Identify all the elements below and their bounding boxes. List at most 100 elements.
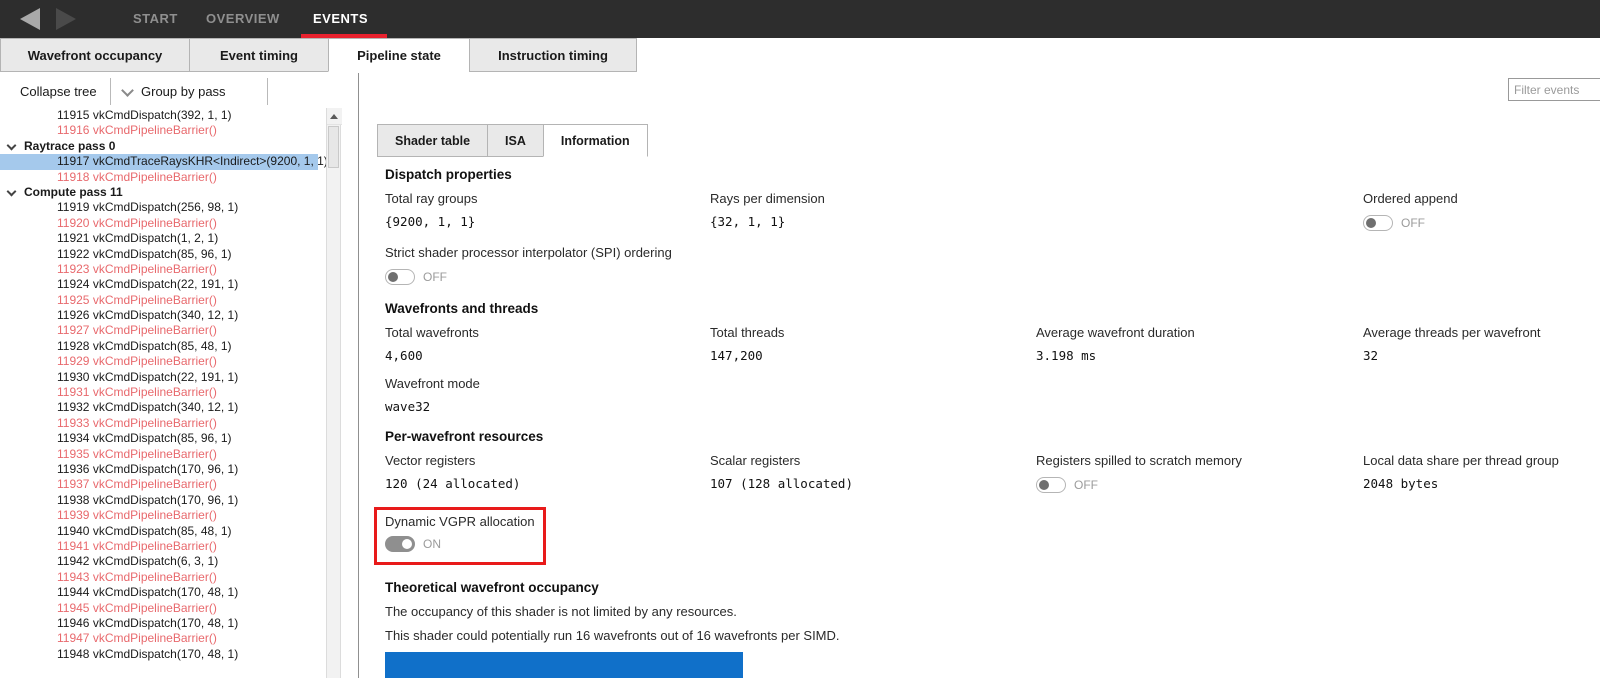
event-label: 11919 vkCmdDispatch(256, 98, 1): [57, 200, 238, 215]
tree-row[interactable]: 11920 vkCmdPipelineBarrier(): [0, 216, 318, 231]
tree-row[interactable]: 11927 vkCmdPipelineBarrier(): [0, 323, 318, 338]
tree-row[interactable]: 11915 vkCmdDispatch(392, 1, 1): [0, 108, 318, 123]
toggle-switch-off[interactable]: [385, 269, 415, 285]
event-label: 11947 vkCmdPipelineBarrier(): [57, 631, 217, 646]
field-local-data-share-per-thread-group: Local data share per thread group2048 by…: [1363, 453, 1600, 494]
toolbar-separator: [110, 78, 111, 105]
tree-row[interactable]: 11918 vkCmdPipelineBarrier(): [0, 170, 318, 185]
tree-group-row[interactable]: Compute pass 11: [0, 185, 318, 200]
filter-events-input[interactable]: [1508, 78, 1600, 101]
tree-row[interactable]: 11933 vkCmdPipelineBarrier(): [0, 416, 318, 431]
section-title: Wavefronts and threads: [385, 301, 1600, 316]
event-label: 11940 vkCmdDispatch(85, 48, 1): [57, 524, 232, 539]
scrollbar-thumb[interactable]: [328, 126, 339, 168]
group-by-pass-dropdown[interactable]: Group by pass: [141, 84, 226, 99]
tree-row[interactable]: 11941 vkCmdPipelineBarrier(): [0, 539, 318, 554]
event-label: 11933 vkCmdPipelineBarrier(): [57, 416, 217, 431]
tab-event-timing[interactable]: Event timing: [189, 38, 329, 72]
tree-row[interactable]: 11925 vkCmdPipelineBarrier(): [0, 293, 318, 308]
tree-row[interactable]: 11924 vkCmdDispatch(22, 191, 1): [0, 277, 318, 292]
tree-row[interactable]: 11916 vkCmdPipelineBarrier(): [0, 123, 318, 138]
tab-information[interactable]: Information: [543, 124, 648, 157]
field-label: Registers spilled to scratch memory: [1036, 453, 1363, 468]
toggle-knob: [402, 539, 412, 549]
tree-row[interactable]: 11935 vkCmdPipelineBarrier(): [0, 447, 318, 462]
tab-wavefront-occupancy[interactable]: Wavefront occupancy: [0, 38, 190, 72]
tree-row[interactable]: 11946 vkCmdDispatch(170, 48, 1): [0, 616, 318, 631]
forward-arrow-icon[interactable]: [56, 8, 76, 30]
section-theoretical-wavefront-occupancy: Theoretical wavefront occupancyThe occup…: [385, 580, 1600, 678]
tab-pipeline-state[interactable]: Pipeline state: [328, 38, 470, 72]
toggle-switch-on[interactable]: [385, 536, 415, 552]
tree-row[interactable]: 11934 vkCmdDispatch(85, 96, 1): [0, 431, 318, 446]
field-label: Total threads: [710, 325, 1036, 340]
field-value: 3.198 ms: [1036, 348, 1363, 363]
tree-group-row[interactable]: Raytrace pass 0: [0, 139, 318, 154]
tree-row[interactable]: 11917 vkCmdTraceRaysKHR<Indirect>(9200, …: [0, 154, 318, 169]
tree-row[interactable]: 11928 vkCmdDispatch(85, 48, 1): [0, 339, 318, 354]
tab-shader-table[interactable]: Shader table: [377, 124, 488, 157]
field-value: {32, 1, 1}: [710, 214, 1036, 229]
tree-row[interactable]: 11937 vkCmdPipelineBarrier(): [0, 477, 318, 492]
tree-row[interactable]: 11939 vkCmdPipelineBarrier(): [0, 508, 318, 523]
field-label: Wavefront mode: [385, 376, 710, 391]
toggle-state-label: ON: [423, 537, 441, 551]
tree-row[interactable]: 11929 vkCmdPipelineBarrier(): [0, 354, 318, 369]
tree-row[interactable]: 11932 vkCmdDispatch(340, 12, 1): [0, 400, 318, 415]
tree-row[interactable]: 11922 vkCmdDispatch(85, 96, 1): [0, 247, 318, 262]
tree-row[interactable]: 11923 vkCmdPipelineBarrier(): [0, 262, 318, 277]
tree-row[interactable]: 11942 vkCmdDispatch(6, 3, 1): [0, 554, 318, 569]
tree-scrollbar[interactable]: [326, 108, 341, 678]
event-label: 11923 vkCmdPipelineBarrier(): [57, 262, 217, 277]
field-value: wave32: [385, 399, 710, 414]
tree-row[interactable]: 11931 vkCmdPipelineBarrier(): [0, 385, 318, 400]
chevron-down-icon[interactable]: [7, 140, 17, 150]
detail-tabs: Shader table ISA Information: [377, 124, 648, 157]
occupancy-note: The occupancy of this shader is not limi…: [385, 604, 1600, 619]
field-label: Scalar registers: [710, 453, 1036, 468]
tree-row[interactable]: 11940 vkCmdDispatch(85, 48, 1): [0, 524, 318, 539]
tab-instruction-timing[interactable]: Instruction timing: [469, 38, 637, 72]
event-label: 11935 vkCmdPipelineBarrier(): [57, 447, 217, 462]
field-label: Average threads per wavefront: [1363, 325, 1600, 340]
tree-row[interactable]: 11919 vkCmdDispatch(256, 98, 1): [0, 200, 318, 215]
tree-row[interactable]: 11948 vkCmdDispatch(170, 48, 1): [0, 647, 318, 662]
collapse-tree-button[interactable]: Collapse tree: [20, 84, 97, 99]
toggle-switch-off[interactable]: [1036, 477, 1066, 493]
field-wavefront-mode: Wavefront mode wave32: [385, 376, 710, 414]
tree-row[interactable]: 11945 vkCmdPipelineBarrier(): [0, 601, 318, 616]
field-vector-registers: Vector registers120 (24 allocated): [385, 453, 710, 494]
field-strict-shader-processor-interpolator-spi-ordering: Strict shader processor interpolator (SP…: [385, 245, 710, 286]
field-registers-spilled-to-scratch-memory: Registers spilled to scratch memoryOFF: [1036, 453, 1363, 494]
group-label: Raytrace pass 0: [24, 139, 115, 154]
nav-item-start[interactable]: START: [133, 11, 178, 26]
nav-item-overview[interactable]: OVERVIEW: [206, 11, 280, 26]
field-scalar-registers: Scalar registers107 (128 allocated): [710, 453, 1036, 494]
tab-isa[interactable]: ISA: [487, 124, 544, 157]
field-label: Vector registers: [385, 453, 710, 468]
field-dynamic-vgpr-allocation: Dynamic VGPR allocation ON: [385, 507, 710, 565]
tree-row[interactable]: 11938 vkCmdDispatch(170, 96, 1): [0, 493, 318, 508]
tree-row[interactable]: 11921 vkCmdDispatch(1, 2, 1): [0, 231, 318, 246]
tree-row[interactable]: 11936 vkCmdDispatch(170, 96, 1): [0, 462, 318, 477]
tree-row[interactable]: 11944 vkCmdDispatch(170, 48, 1): [0, 585, 318, 600]
event-label: 11926 vkCmdDispatch(340, 12, 1): [57, 308, 238, 323]
field-value: 32: [1363, 348, 1600, 363]
field-label: Strict shader processor interpolator (SP…: [385, 245, 710, 260]
chevron-down-icon[interactable]: [7, 187, 17, 197]
back-arrow-icon[interactable]: [20, 8, 40, 30]
event-label: 11922 vkCmdDispatch(85, 96, 1): [57, 247, 232, 262]
tree-row[interactable]: 11943 vkCmdPipelineBarrier(): [0, 570, 318, 585]
tree-row[interactable]: 11926 vkCmdDispatch(340, 12, 1): [0, 308, 318, 323]
event-label: 11927 vkCmdPipelineBarrier(): [57, 323, 217, 338]
scrollbar-up-arrow-icon[interactable]: [327, 108, 342, 125]
field-ordered-append: Ordered appendOFF: [1363, 191, 1600, 232]
tree-row[interactable]: 11947 vkCmdPipelineBarrier(): [0, 631, 318, 646]
nav-item-events[interactable]: EVENTS: [313, 11, 368, 26]
tree-row[interactable]: 11930 vkCmdDispatch(22, 191, 1): [0, 370, 318, 385]
field-label: Dynamic VGPR allocation: [385, 514, 535, 529]
toggle-switch-off[interactable]: [1363, 215, 1393, 231]
field-label: Rays per dimension: [710, 191, 1036, 206]
toggle-knob: [388, 272, 398, 282]
event-label: 11942 vkCmdDispatch(6, 3, 1): [57, 554, 218, 569]
